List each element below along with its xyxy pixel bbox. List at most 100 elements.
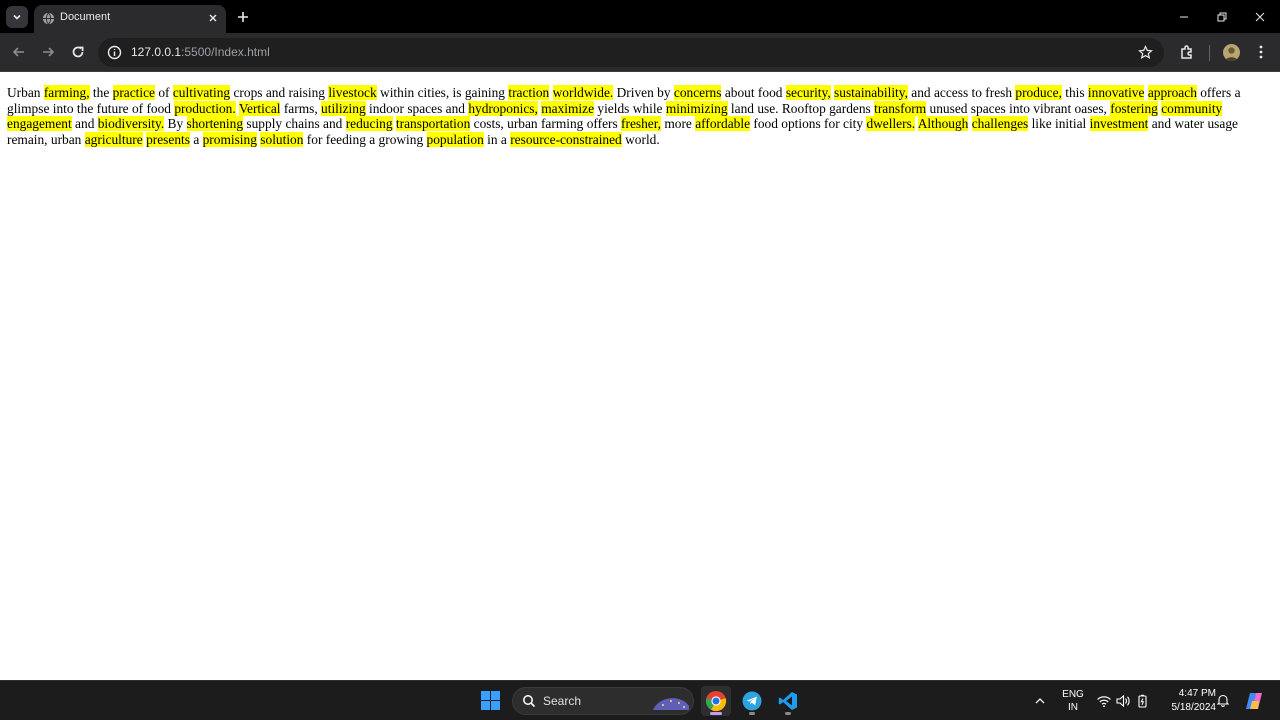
text-run: Urban bbox=[7, 85, 44, 100]
search-highlight-art-icon bbox=[653, 698, 689, 710]
tab-strip: Document bbox=[0, 0, 1280, 33]
browser-toolbar: 127.0.0.1:5500/Index.html bbox=[0, 33, 1280, 72]
language-code: ENG bbox=[1062, 689, 1084, 700]
highlighted-word: community bbox=[1161, 100, 1223, 116]
highlighted-word: presents bbox=[146, 131, 190, 147]
reload-icon[interactable] bbox=[69, 43, 87, 61]
highlighted-word: worldwide. bbox=[552, 85, 614, 100]
back-icon[interactable] bbox=[10, 43, 28, 61]
highlighted-word: Vertical bbox=[238, 100, 281, 116]
highlighted-paragraph: Urban farming, the practice of cultivati… bbox=[7, 85, 1247, 147]
text-run: this bbox=[1061, 85, 1088, 100]
page-viewport: Urban farming, the practice of cultivati… bbox=[0, 73, 1280, 680]
close-tab-icon[interactable] bbox=[206, 11, 220, 25]
text-run: the bbox=[89, 85, 113, 100]
highlighted-word: security, bbox=[785, 85, 831, 100]
new-tab-icon[interactable] bbox=[235, 9, 251, 25]
highlighted-word: innovative bbox=[1087, 85, 1145, 100]
running-app-indicator bbox=[749, 712, 755, 715]
text-run: about food bbox=[721, 85, 786, 100]
highlighted-word: sustainability, bbox=[834, 85, 908, 100]
menu-kebab-icon[interactable] bbox=[1252, 43, 1270, 61]
text-run: By bbox=[164, 116, 187, 131]
highlighted-word: livestock bbox=[328, 85, 377, 100]
text-run: unused spaces into vibrant oases, bbox=[926, 100, 1111, 116]
profile-picture-icon bbox=[1225, 47, 1238, 61]
text-run: land use. Rooftop gardens bbox=[727, 100, 875, 116]
highlighted-word: produce, bbox=[1015, 85, 1062, 100]
tab-document[interactable]: Document bbox=[34, 5, 226, 33]
profile-avatar[interactable] bbox=[1223, 44, 1240, 61]
text-run: for feeding a growing bbox=[303, 131, 427, 147]
text-run: a bbox=[189, 131, 203, 147]
url-path: :5500/Index.html bbox=[181, 45, 270, 59]
close-window-icon[interactable] bbox=[1252, 9, 1268, 25]
text-run: in a bbox=[483, 131, 511, 147]
highlighted-word: Although bbox=[917, 116, 969, 131]
taskbar-search[interactable]: Search bbox=[512, 687, 694, 715]
system-clock[interactable]: 4:47 PM 5/18/2024 bbox=[1158, 687, 1217, 715]
highlighted-word: engagement bbox=[7, 116, 72, 131]
text-run: farms, bbox=[280, 100, 322, 116]
highlighted-word: transform bbox=[874, 100, 927, 116]
bookmark-star-icon[interactable] bbox=[1138, 45, 1153, 60]
vscode-taskbar-app[interactable] bbox=[773, 686, 803, 716]
battery-icon[interactable] bbox=[1135, 693, 1151, 709]
text-run: Driven by bbox=[613, 85, 674, 100]
highlighted-word: fresher, bbox=[621, 116, 662, 131]
forward-icon[interactable] bbox=[39, 43, 57, 61]
text-run: food options for city bbox=[750, 116, 867, 131]
text-run: within cities, is gaining bbox=[376, 85, 509, 100]
text-run: and bbox=[71, 116, 98, 131]
address-bar[interactable]: 127.0.0.1:5500/Index.html bbox=[98, 38, 1164, 67]
volume-icon[interactable] bbox=[1115, 693, 1131, 709]
text-run: supply chains and bbox=[243, 116, 346, 131]
highlighted-word: utilizing bbox=[321, 100, 366, 116]
url-text[interactable]: 127.0.0.1:5500/Index.html bbox=[131, 45, 270, 59]
notification-bell-icon[interactable] bbox=[1216, 693, 1230, 707]
language-indicator[interactable]: ENG IN bbox=[1061, 688, 1085, 714]
extensions-icon[interactable] bbox=[1178, 43, 1196, 61]
restore-icon[interactable] bbox=[1214, 9, 1230, 25]
clock-time: 4:47 PM bbox=[1178, 688, 1216, 699]
tray-overflow-chevron-icon[interactable] bbox=[1033, 694, 1047, 708]
clock-date: 5/18/2024 bbox=[1171, 702, 1217, 713]
text-run: crops and raising bbox=[230, 85, 329, 100]
highlighted-word: concerns bbox=[673, 85, 722, 100]
tab-search-button[interactable] bbox=[6, 6, 28, 28]
highlighted-word: promising bbox=[202, 131, 257, 147]
highlighted-word: resource-constrained bbox=[510, 131, 622, 147]
highlighted-word: affordable bbox=[695, 116, 751, 131]
highlighted-word: biodiversity. bbox=[97, 116, 165, 131]
taskbar: Search ENG IN 4:47 PM 5/18/2024 bbox=[0, 680, 1280, 720]
windows-start-icon[interactable] bbox=[481, 691, 500, 710]
text-run: world. bbox=[621, 131, 660, 147]
highlighted-word: dwellers. bbox=[866, 116, 916, 131]
highlighted-word: challenges bbox=[971, 116, 1029, 131]
active-app-indicator bbox=[710, 712, 722, 715]
chrome-icon bbox=[705, 691, 727, 712]
running-app-indicator bbox=[785, 712, 791, 715]
telegram-taskbar-app[interactable] bbox=[737, 686, 767, 716]
site-info-icon[interactable] bbox=[107, 45, 122, 60]
vscode-icon bbox=[778, 692, 797, 710]
text-run: like initial bbox=[1028, 116, 1090, 131]
highlighted-word: investment bbox=[1089, 116, 1149, 131]
text-run: more bbox=[661, 116, 696, 131]
search-label: Search bbox=[543, 694, 582, 708]
highlighted-word: agriculture bbox=[84, 131, 143, 147]
chrome-taskbar-app[interactable] bbox=[701, 686, 731, 716]
highlighted-word: transportation bbox=[395, 116, 471, 131]
text-run: of bbox=[155, 85, 173, 100]
tab-title: Document bbox=[60, 11, 111, 23]
highlighted-word: practice bbox=[112, 85, 155, 100]
minimize-icon[interactable] bbox=[1176, 9, 1192, 25]
text-run: yields while bbox=[594, 100, 666, 116]
highlighted-word: population bbox=[426, 131, 484, 147]
telegram-icon bbox=[742, 691, 762, 711]
wifi-icon[interactable] bbox=[1096, 693, 1112, 709]
url-host: 127.0.0.1 bbox=[131, 45, 182, 59]
highlighted-word: solution bbox=[260, 131, 304, 147]
highlighted-word: reducing bbox=[345, 116, 393, 131]
copilot-icon[interactable] bbox=[1243, 690, 1265, 712]
